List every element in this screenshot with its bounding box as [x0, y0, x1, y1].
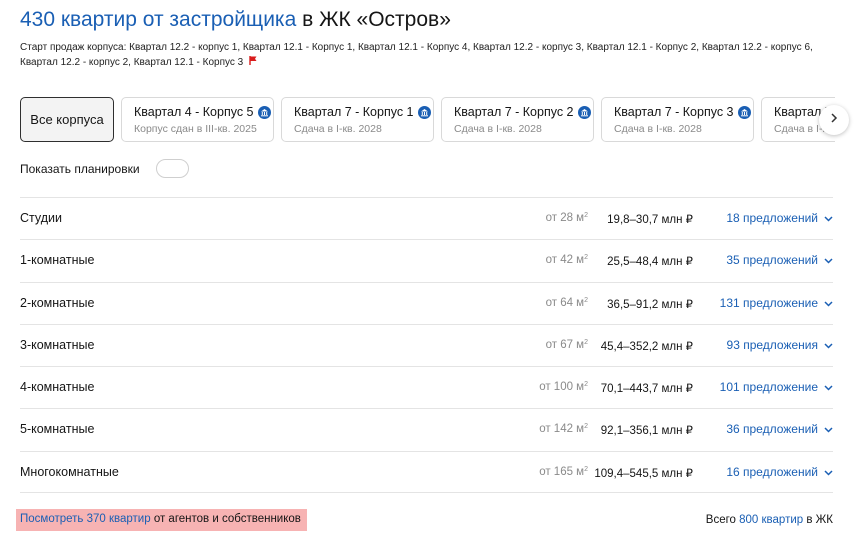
row-price-range: 70,1–443,7 млн ₽: [600, 383, 693, 396]
apartment-types-table: Студии от 28 м2 19,8–30,7 млн ₽ 18 предл…: [20, 197, 833, 494]
tab-all-buildings[interactable]: Все корпуса: [20, 97, 114, 142]
row-price-range: 36,5–91,2 млн ₽: [607, 298, 693, 311]
sales-start-info: Старт продаж корпуса: Квартал 12.2 - кор…: [20, 40, 835, 70]
layouts-toggle[interactable]: [155, 159, 189, 178]
row-price-range: 109,4–545,5 млн ₽: [594, 467, 693, 480]
chevron-down-icon: [824, 211, 833, 225]
row-offers-link[interactable]: 93 предложения: [727, 338, 833, 352]
table-row[interactable]: Многокомнатные от 165 м2 109,4–545,5 млн…: [20, 450, 833, 494]
tab-building[interactable]: Квартал 7 - Корпус 2 Сдача в I-кв. 2028: [441, 97, 594, 142]
total-suffix: в ЖК: [803, 514, 833, 526]
row-offers-link[interactable]: 18 предложений: [726, 211, 833, 225]
chevron-down-icon: [824, 253, 833, 267]
row-offers-link[interactable]: 131 предложение: [720, 296, 833, 310]
tabs-next-button[interactable]: [819, 105, 849, 135]
row-min-area: от 64 м2: [545, 296, 588, 309]
bank-icon: [577, 105, 591, 119]
page-title: 430 квартир от застройщика в ЖК «Остров»: [20, 8, 451, 32]
total-count: Всего 800 квартир в ЖК: [706, 514, 833, 526]
row-min-area: от 142 м2: [539, 423, 588, 436]
chevron-down-icon: [824, 338, 833, 352]
tab-building-status: Сдача в I-кв. 2028: [294, 123, 382, 135]
tab-building-status: Корпус сдан в III-кв. 2025: [134, 123, 257, 135]
building-tabs: Все корпуса Квартал 4 - Корпус 5 Корпус …: [20, 97, 835, 143]
row-min-area: от 67 м2: [545, 338, 588, 351]
row-min-area: от 165 м2: [539, 465, 588, 478]
agents-listings-link[interactable]: Посмотреть 370 квартир от агентов и собс…: [16, 509, 307, 531]
title-link[interactable]: 430 квартир от застройщика: [20, 8, 296, 31]
row-room-type: Многокомнатные: [20, 464, 119, 479]
table-row[interactable]: 4-комнатные от 100 м2 70,1–443,7 млн ₽ 1…: [20, 366, 833, 408]
tab-building-name: Квартал 7 - Корпус 3: [614, 105, 734, 119]
total-prefix: Всего: [705, 514, 740, 526]
table-row[interactable]: 1-комнатные от 42 м2 25,5–48,4 млн ₽ 35 …: [20, 239, 833, 281]
table-row[interactable]: Студии от 28 м2 19,8–30,7 млн ₽ 18 предл…: [20, 197, 833, 239]
chevron-down-icon: [824, 465, 833, 479]
row-min-area: от 42 м2: [545, 254, 588, 267]
row-price-range: 25,5–48,4 млн ₽: [607, 256, 693, 269]
layouts-toggle-label: Показать планировки: [20, 161, 140, 176]
row-price-range: 45,4–352,2 млн ₽: [600, 340, 693, 353]
bank-icon: [257, 105, 271, 119]
table-row[interactable]: 5-комнатные от 142 м2 92,1–356,1 млн ₽ 3…: [20, 408, 833, 450]
row-room-type: Студии: [20, 211, 62, 225]
tab-building-name: Квартал 7 - Корпус 1: [294, 105, 414, 119]
row-offers-link[interactable]: 35 предложений: [726, 253, 833, 267]
tab-building-name: Квартал 4 - Корпус 5: [134, 105, 254, 119]
row-room-type: 5-комнатные: [20, 422, 95, 437]
row-offers-link[interactable]: 36 предложений: [726, 422, 833, 436]
title-complex: в ЖК «Остров»: [296, 8, 451, 31]
layouts-toggle-row: Показать планировки: [20, 159, 189, 178]
chevron-down-icon: [824, 380, 833, 394]
tab-building-name: Квартал 7 - Корпус 2: [454, 105, 574, 119]
row-min-area: от 100 м2: [539, 381, 588, 394]
bank-icon: [737, 105, 751, 119]
row-price-range: 92,1–356,1 млн ₽: [600, 425, 693, 438]
tab-building-status: Сдача в I-кв. 2028: [614, 123, 702, 135]
toggle-knob: [158, 162, 172, 175]
sales-start-text: Старт продаж корпуса: Квартал 12.2 - кор…: [20, 42, 813, 69]
bank-icon: [417, 105, 431, 119]
chevron-down-icon: [824, 422, 833, 436]
row-room-type: 1-комнатные: [20, 253, 95, 268]
table-row[interactable]: 3-комнатные от 67 м2 45,4–352,2 млн ₽ 93…: [20, 323, 833, 366]
flag-icon: [249, 55, 257, 70]
tab-all-label: Все корпуса: [30, 112, 104, 127]
row-room-type: 4-комнатные: [20, 380, 95, 395]
agents-link-count: Посмотреть 370 квартир: [20, 513, 151, 525]
row-min-area: от 28 м2: [545, 212, 588, 224]
tab-building-status: Сдача в I-кв. 2028: [454, 123, 542, 135]
tab-building[interactable]: Квартал 7 - Корпус 3 Сдача в I-кв. 2028: [601, 97, 754, 142]
chevron-right-icon: [830, 111, 838, 129]
row-offers-link[interactable]: 101 предложение: [720, 380, 833, 394]
row-price-range: 19,8–30,7 млн ₽: [607, 214, 693, 226]
row-offers-link[interactable]: 16 предложений: [726, 465, 833, 479]
tab-building[interactable]: Квартал 7 - Корпус 1 Сдача в I-кв. 2028: [281, 97, 434, 142]
agents-link-text: от агентов и собственников: [150, 513, 301, 525]
table-row[interactable]: 2-комнатные от 64 м2 36,5–91,2 млн ₽ 131…: [20, 281, 833, 324]
total-link[interactable]: 800 квартир: [739, 514, 803, 526]
chevron-down-icon: [824, 296, 833, 310]
row-room-type: 3-комнатные: [20, 337, 95, 352]
tab-building[interactable]: Квартал 4 - Корпус 5 Корпус сдан в III-к…: [121, 97, 274, 142]
row-room-type: 2-комнатные: [20, 295, 95, 310]
